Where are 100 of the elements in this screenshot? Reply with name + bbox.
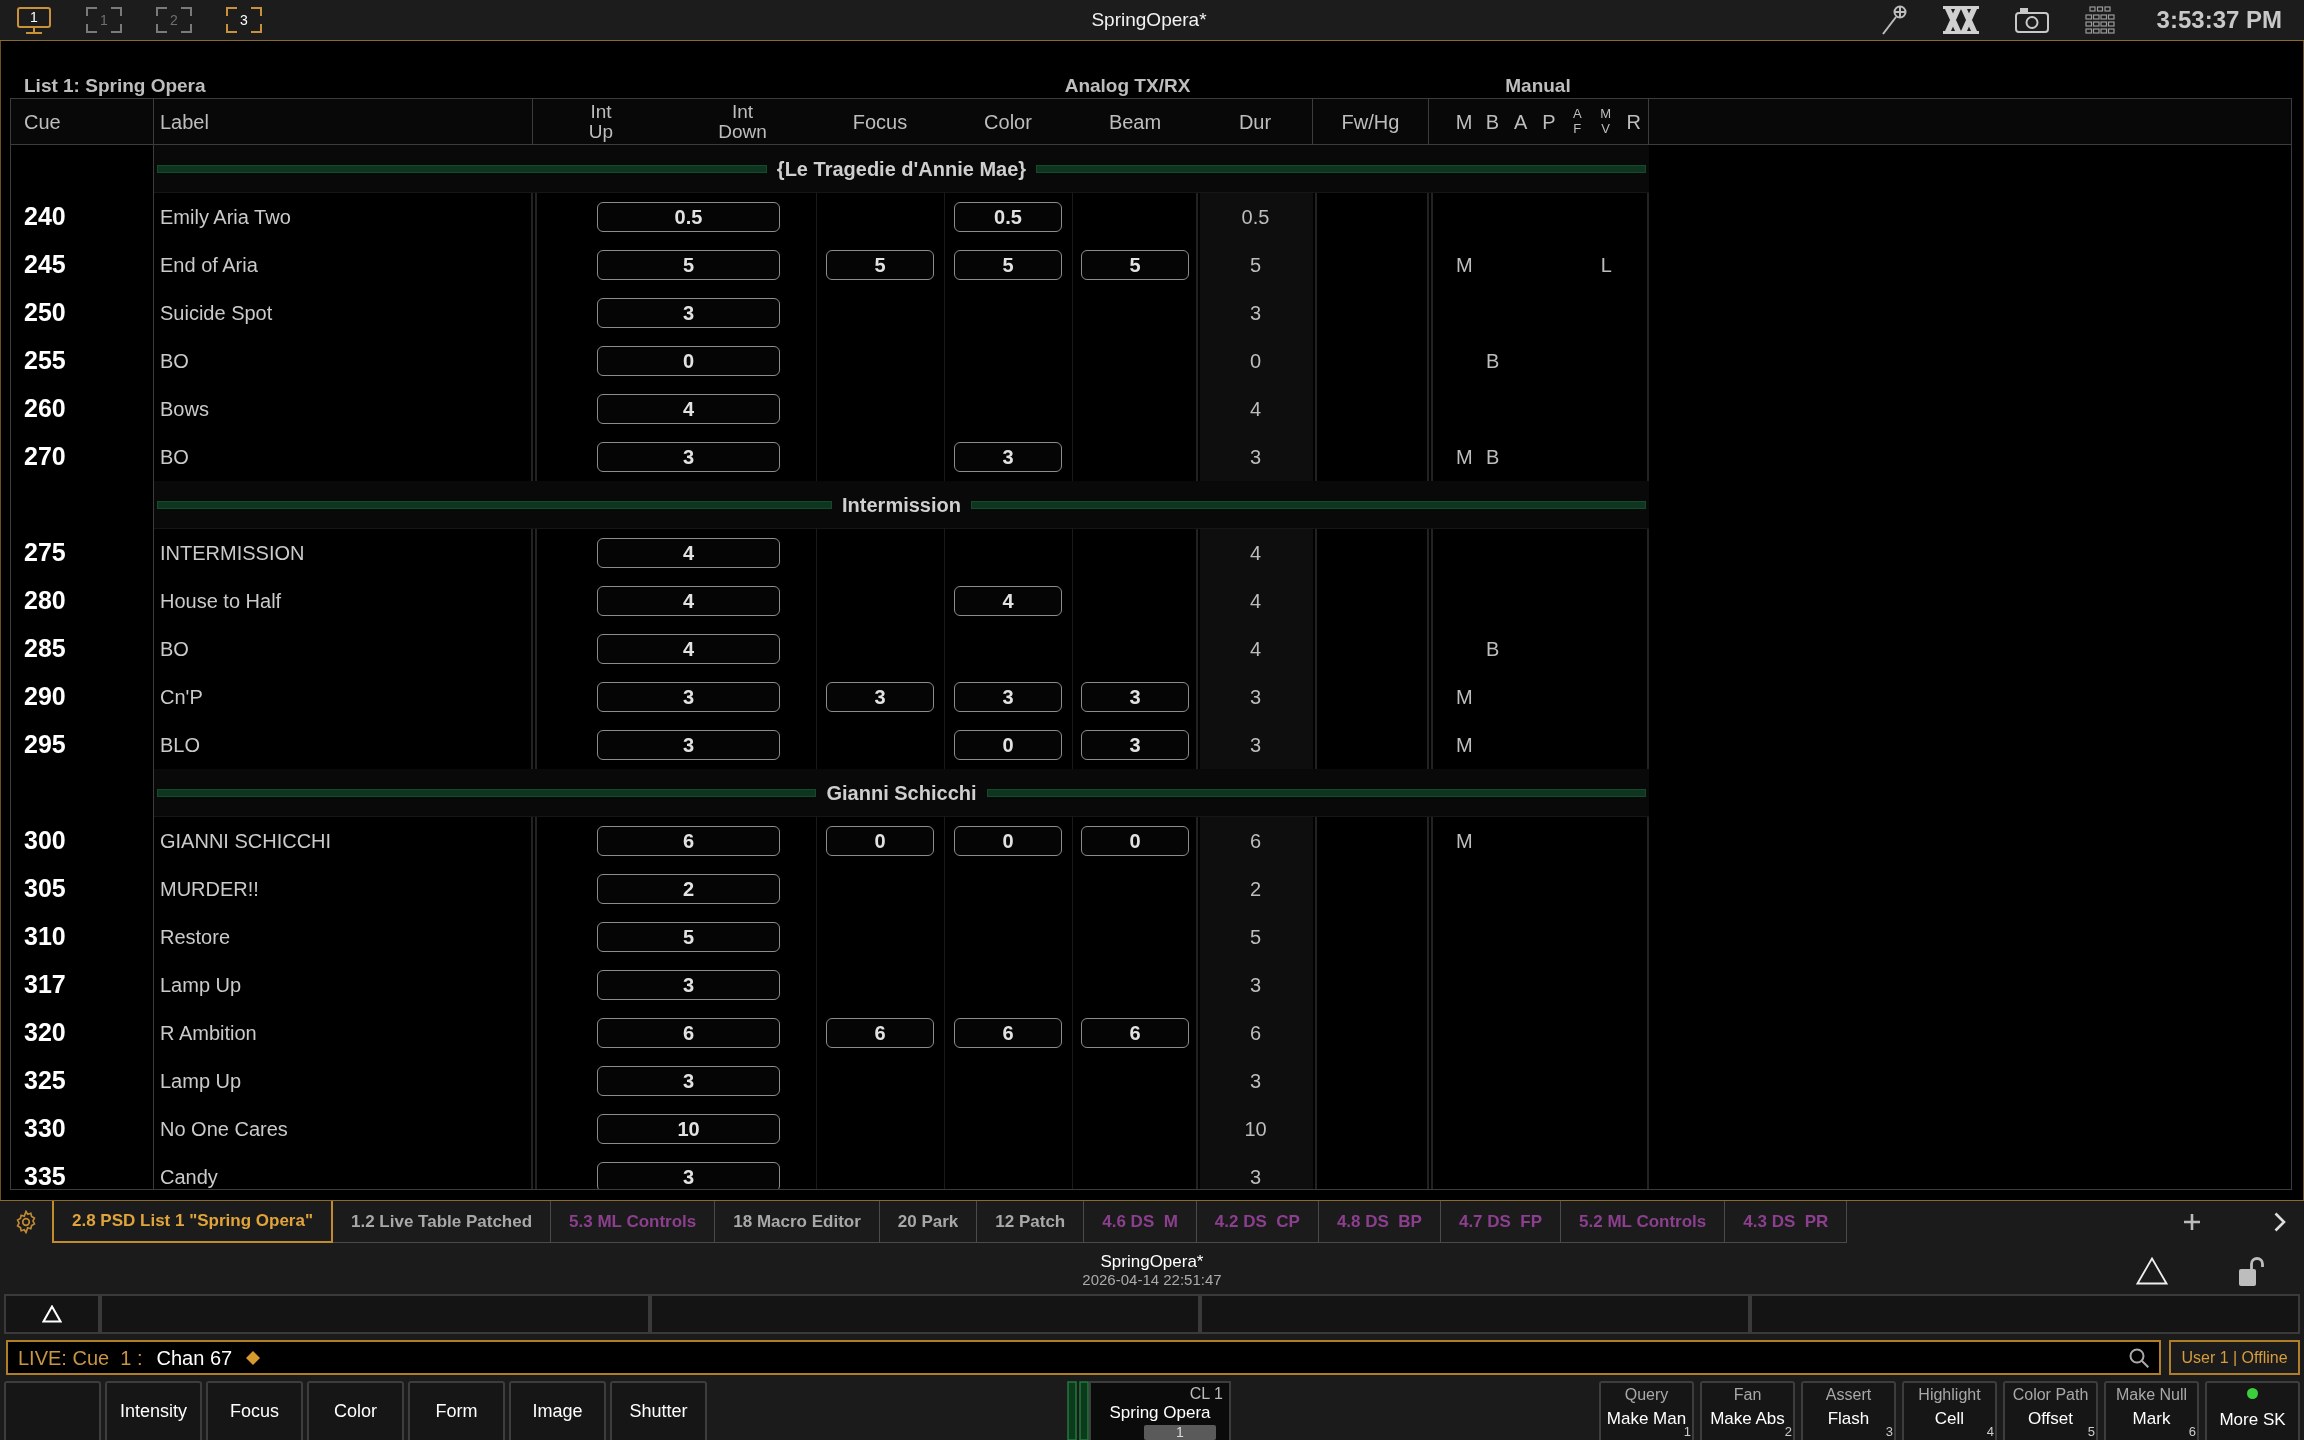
cue-number: 290 (24, 681, 66, 713)
duration-text: 4 (1249, 541, 1262, 566)
fader-bars-icon[interactable] (1067, 1381, 1089, 1440)
cue-number: 285 (24, 633, 66, 665)
cue-label: Cn'P (160, 685, 203, 710)
color-time-field: 3 (954, 442, 1062, 472)
softkey[interactable]: Make Null Mark 6 (2104, 1381, 2199, 1440)
camera-icon[interactable] (2014, 7, 2049, 33)
duration-text: 5 (1249, 253, 1262, 278)
intensity-time-field: 6 (597, 1018, 780, 1048)
flag-letter: M (1455, 829, 1473, 854)
cue-label: Restore (160, 925, 231, 950)
intensity-time-field: 0 (597, 346, 780, 376)
softkey[interactable]: Highlight Cell 4 (1902, 1381, 1997, 1440)
column-header: AF (1572, 107, 1583, 136)
parameter-button[interactable]: Focus (206, 1381, 303, 1440)
duration-text: 6 (1249, 1021, 1262, 1046)
softkey-number: 3 (1885, 1425, 1893, 1438)
color-time-field: 0 (954, 826, 1062, 856)
cue-label: MURDER!! (160, 877, 259, 902)
duration-text: 3 (1249, 733, 1262, 758)
keypad-icon[interactable] (2084, 6, 2115, 34)
screen-button[interactable]: 3 (226, 7, 262, 33)
column-group-heading: Manual (1505, 75, 1571, 96)
playback-panel[interactable]: CL 1 Spring Opera 1 (1089, 1381, 1231, 1440)
cue-number: 305 (24, 873, 66, 905)
tab[interactable]: 2.8 PSD List 1 "Spring Opera" (52, 1201, 333, 1243)
list-title: List 1: Spring Opera (24, 75, 206, 96)
flag-letter: L (1600, 253, 1612, 278)
playback-name: Spring Opera (1108, 1402, 1212, 1423)
duration-text: 0.5 (1241, 205, 1270, 230)
parameter-button[interactable]: Image (509, 1381, 606, 1440)
intensity-time-field: 3 (597, 442, 780, 472)
beam-time-field: 3 (1081, 730, 1189, 760)
beam-time-field: 6 (1081, 1018, 1189, 1048)
column-header: MV (1600, 107, 1611, 136)
column-header: R (1626, 111, 1642, 132)
cue-number: 280 (24, 585, 66, 617)
softkey-number: 1 (1683, 1425, 1691, 1438)
intensity-time-field: 0.5 (597, 202, 780, 232)
intensity-time-field: 4 (597, 394, 780, 424)
softkey-number: 6 (2188, 1425, 2196, 1438)
softkey-number: 4 (1986, 1425, 1994, 1438)
intensity-time-field: 4 (597, 634, 780, 664)
cue-number: 255 (24, 345, 66, 377)
duration-text: 3 (1249, 685, 1262, 710)
flag-letter: M (1455, 253, 1473, 278)
focus-time-field: 3 (826, 682, 934, 712)
color-time-field: 4 (954, 586, 1062, 616)
wand-icon[interactable] (1880, 5, 1907, 35)
softkey-number: 5 (2087, 1425, 2095, 1438)
more-softkeys-button[interactable]: More SK (2205, 1381, 2300, 1440)
cue-label: Suicide Spot (160, 301, 273, 326)
parameter-button[interactable]: Form (408, 1381, 505, 1440)
logo-icon[interactable] (1942, 6, 1979, 34)
intensity-time-field: 3 (597, 730, 780, 760)
cue-label: Candy (160, 1165, 218, 1189)
intensity-time-field: 2 (597, 874, 780, 904)
parameter-button[interactable]: Intensity (105, 1381, 202, 1440)
cue-number: 317 (24, 969, 66, 1001)
triangle-icon[interactable] (2136, 1257, 2168, 1285)
search-icon[interactable] (2129, 1347, 2149, 1368)
cue-number: 310 (24, 921, 66, 953)
intensity-time-field: 3 (597, 970, 780, 1000)
cue-label: Lamp Up (160, 973, 242, 998)
diamond-icon (246, 1350, 261, 1365)
flag-letter: B (1485, 349, 1500, 374)
plus-icon[interactable] (2184, 1214, 2200, 1230)
softkey-number: 2 (1784, 1425, 1792, 1438)
cue-number: 275 (24, 537, 66, 569)
intensity-time-field: 5 (597, 922, 780, 952)
softkey[interactable]: Color Path Offset 5 (2003, 1381, 2098, 1440)
cue-number: 320 (24, 1017, 66, 1049)
chevron-right-icon[interactable] (2274, 1212, 2286, 1232)
focus-time-field: 6 (826, 1018, 934, 1048)
cue-label: Emily Aria Two (160, 205, 291, 230)
intensity-time-field: 10 (597, 1114, 780, 1144)
parameter-button[interactable]: Color (307, 1381, 404, 1440)
column-header: A (1514, 111, 1528, 132)
column-header: Fw/Hg (1341, 111, 1400, 132)
duration-text: 3 (1249, 445, 1262, 470)
command-text: Chan 67 (156, 1345, 233, 1371)
duration-text: 4 (1249, 397, 1262, 422)
part-title: Intermission (841, 492, 962, 518)
open-padlock-icon[interactable] (2238, 1256, 2264, 1286)
softkey[interactable]: Assert Flash 3 (1801, 1381, 1896, 1440)
softkey[interactable]: Fan Make Abs 2 (1700, 1381, 1795, 1440)
flag-letter: M (1455, 445, 1473, 470)
cue-number: 250 (24, 297, 66, 329)
parameter-button[interactable]: Shutter (610, 1381, 707, 1440)
flag-letter: M (1455, 733, 1473, 758)
command-line-field[interactable]: LIVE: Cue 1 : Chan 67 (6, 1340, 2161, 1375)
duration-text: 10 (1244, 1117, 1267, 1142)
beam-time-field: 0 (1081, 826, 1189, 856)
softkey[interactable]: Query Make Man 1 (1599, 1381, 1694, 1440)
settings-icon[interactable] (14, 1210, 38, 1234)
duration-text: 0 (1249, 349, 1262, 374)
cue-number: 300 (24, 825, 66, 857)
duration-text: 5 (1249, 925, 1262, 950)
duration-text: 3 (1249, 301, 1262, 326)
